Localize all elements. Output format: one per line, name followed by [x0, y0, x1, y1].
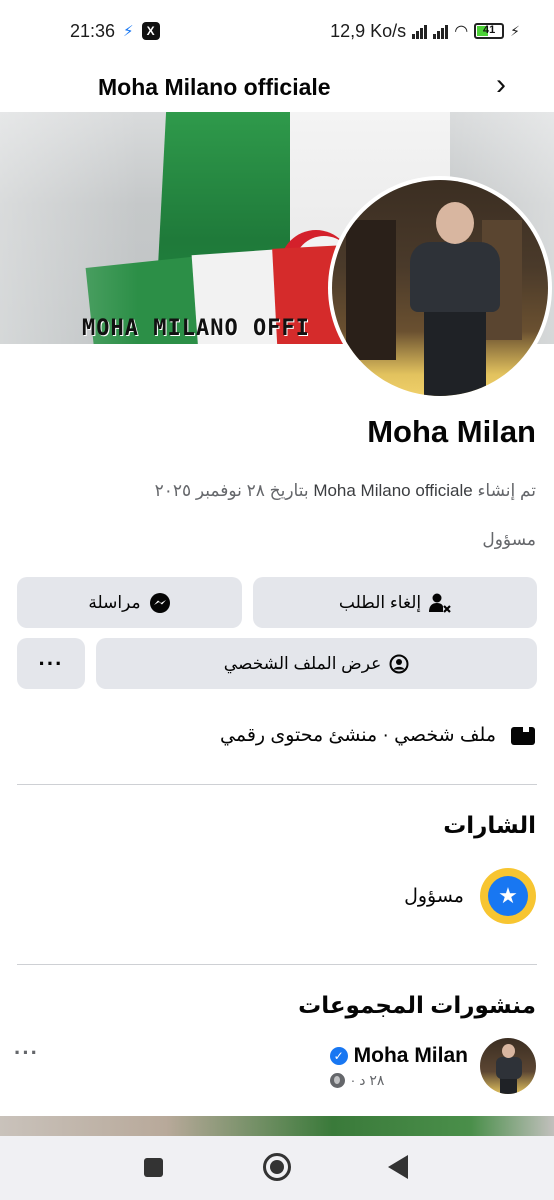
battery-icon: 41 [474, 23, 505, 39]
cancel-request-button[interactable]: إلغاء الطلب [253, 577, 537, 628]
post-author-name[interactable]: ✓ Moha Milan [329, 1043, 468, 1068]
divider [17, 784, 537, 785]
post-header: ✓ Moha Milan ٢٨ د · [329, 1038, 536, 1094]
post-time: ٢٨ د · [329, 1071, 385, 1089]
status-left: 21:36 ⚡ X [70, 21, 160, 42]
post-more-button[interactable]: ··· [14, 1040, 39, 1066]
signal-icon [433, 23, 449, 39]
profile-type-icon [510, 725, 536, 747]
post-image[interactable] [0, 1116, 554, 1136]
back-triangle-icon[interactable] [388, 1155, 408, 1179]
status-bar: 21:36 ⚡ X 12,9 Ko/s ◠ 41 ⚡ [0, 0, 554, 62]
created-page-link[interactable]: Moha Milano officiale [313, 481, 472, 500]
signal-icon [412, 23, 428, 39]
network-speed: 12,9 Ko/s [330, 20, 407, 41]
recents-square-icon[interactable] [144, 1158, 163, 1177]
post-author-label: Moha Milan [353, 1043, 468, 1067]
status-time: 21:36 [70, 20, 116, 41]
verified-icon: ✓ [329, 1046, 348, 1065]
messenger-icon [149, 592, 171, 614]
messenger-bolt-icon: ⚡ [123, 23, 134, 40]
profile-role: مسؤول [482, 530, 536, 549]
avatar-photo [332, 180, 548, 396]
view-profile-label: عرض الملف الشخصي [223, 653, 382, 673]
post-meta: ✓ Moha Milan ٢٨ د · [329, 1043, 468, 1089]
system-nav-bar [0, 1136, 554, 1200]
message-label: مراسلة [88, 592, 141, 612]
profile-avatar[interactable] [328, 176, 552, 400]
cancel-friend-icon [429, 593, 451, 613]
more-options-button[interactable]: ··· [17, 638, 85, 689]
globe-icon [329, 1072, 345, 1088]
profile-name: Moha Milan [367, 414, 536, 449]
chevron-right-icon[interactable]: › [496, 68, 506, 102]
x-app-icon: X [141, 22, 160, 40]
divider [17, 964, 537, 965]
post-time-label: ٢٨ د · [350, 1071, 385, 1088]
battery-level: 41 [483, 24, 496, 36]
group-posts-title: منشورات المجموعات [298, 992, 536, 1018]
created-prefix: تم إنشاء [477, 481, 536, 500]
wifi-icon: ◠ [454, 23, 469, 40]
page-header: Moha Milano officiale › [0, 62, 554, 112]
badge-label: مسؤول [404, 885, 464, 907]
cover-text: MOHA MILANO OFFI [82, 316, 310, 341]
badges-title: الشارات [443, 812, 536, 838]
intro-row: ملف شخصي · منشئ محتوى رقمي [220, 724, 536, 747]
cancel-request-label: إلغاء الطلب [338, 592, 422, 612]
badge-item[interactable]: ★ مسؤول [404, 868, 536, 924]
created-info: تم إنشاء Moha Milano officiale بتاريخ ٢٨… [155, 481, 536, 501]
post-author-avatar[interactable] [480, 1038, 536, 1094]
home-circle-icon[interactable] [263, 1153, 291, 1181]
more-icon: ··· [38, 650, 64, 676]
view-profile-button[interactable]: عرض الملف الشخصي [96, 638, 537, 689]
star-badge-icon: ★ [480, 868, 536, 924]
created-date: بتاريخ ٢٨ نوفمبر ٢٠٢٥ [154, 481, 309, 500]
message-button[interactable]: مراسلة [17, 577, 242, 628]
intro-text: ملف شخصي · منشئ محتوى رقمي [220, 725, 496, 746]
status-right: 12,9 Ko/s ◠ 41 ⚡ [330, 21, 520, 42]
page-title: Moha Milano officiale [98, 73, 331, 100]
profile-circle-icon [389, 654, 409, 674]
charging-icon: ⚡ [510, 22, 520, 39]
